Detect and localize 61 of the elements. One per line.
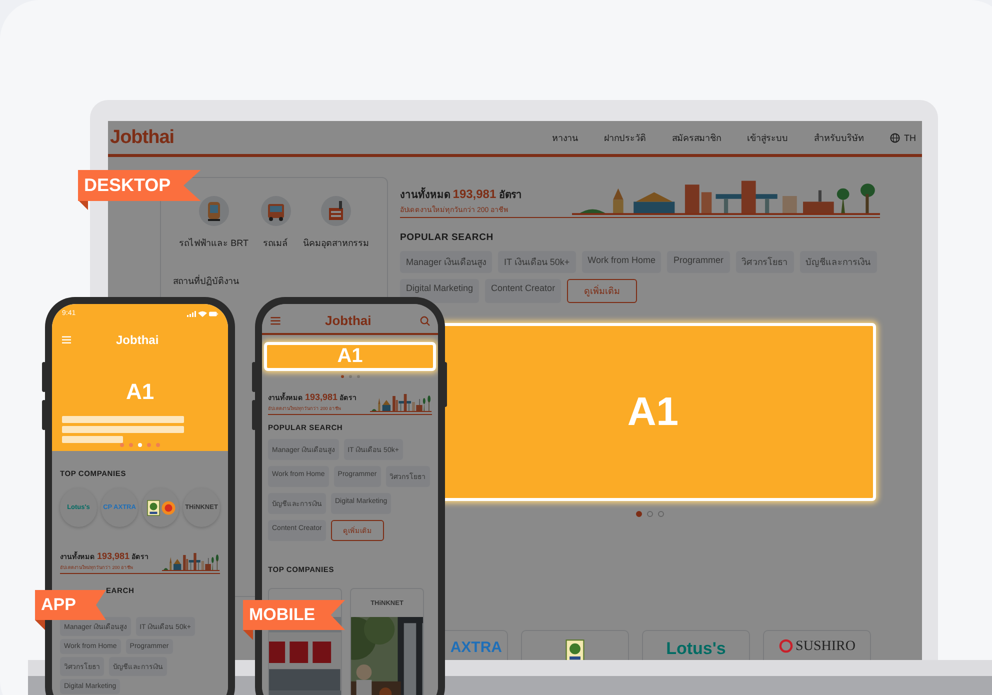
carousel-dot[interactable]	[129, 443, 133, 447]
ad-banner[interactable]: A1	[264, 342, 436, 371]
transport-option[interactable]: นิคมอุตสาหกรรม	[302, 236, 369, 250]
jobthai-logo[interactable]: Jobthai	[325, 313, 372, 328]
ring-icon	[778, 639, 793, 653]
search-tag[interactable]: IT เงินเดือน 50k+	[498, 251, 576, 273]
carousel-dot[interactable]	[138, 443, 142, 447]
emblem-logo-icon	[146, 498, 176, 516]
carousel-dot[interactable]	[340, 375, 344, 378]
company-logo-circle[interactable]	[142, 488, 179, 527]
carousel-dot[interactable]	[348, 375, 352, 378]
wifi-icon	[198, 310, 207, 316]
battery-icon	[209, 310, 218, 316]
search-tag[interactable]: Digital Marketing	[400, 279, 480, 303]
city-skyline-drawing	[162, 551, 220, 571]
search-icon[interactable]	[420, 316, 430, 326]
mobile-ribbon: MOBILE	[243, 600, 346, 630]
globe-icon	[890, 132, 900, 142]
menu-icon[interactable]	[270, 316, 281, 324]
jobthai-logo: Jobthai	[116, 333, 159, 347]
nav-link[interactable]: หางาน	[552, 130, 578, 144]
search-tag[interactable]: Content Creator	[485, 279, 562, 303]
nav-link[interactable]: สำหรับบริษัท	[814, 130, 864, 144]
search-tag[interactable]: Work from Home	[582, 251, 662, 273]
search-tag[interactable]: วิศวกรโยธา	[736, 251, 794, 273]
app-ribbon: APP	[35, 590, 106, 620]
text-placeholder-bar	[62, 436, 123, 443]
carousel-dot[interactable]	[636, 511, 642, 517]
search-tag[interactable]: Programmer	[667, 251, 730, 273]
carousel-dot[interactable]	[156, 443, 160, 447]
company-logo: SUSHIRO	[796, 639, 856, 655]
search-tag[interactable]: บัญชีและการเงิน	[800, 251, 876, 273]
carousel-dot[interactable]	[120, 443, 124, 447]
nav-link[interactable]: เข้าสู่ระบบ	[747, 130, 788, 144]
nav-link[interactable]: ฝากประวัติ	[604, 130, 646, 144]
workplace-label: สถานที่ปฏิบัติงาน	[173, 274, 240, 288]
jobs-total-heading: งานทั้งหมด 193,981 อัตรา	[400, 187, 522, 202]
train-icon	[198, 196, 229, 226]
factory-icon	[320, 196, 351, 226]
search-tag[interactable]: Manager เงินเดือนสูง	[400, 251, 492, 273]
transport-option[interactable]: รถไฟฟ้าและ BRT	[179, 236, 248, 250]
section-title: POPULAR SEARCH	[400, 232, 494, 243]
menu-icon[interactable]	[62, 336, 71, 344]
city-skyline-drawing	[370, 392, 432, 412]
signal-icon	[187, 310, 196, 316]
company-card[interactable]: SUSHIRO	[763, 630, 871, 660]
jobthai-logo[interactable]: Jobthai	[110, 126, 174, 148]
nav-link[interactable]: สมัครสมาชิก	[672, 130, 721, 144]
company-logo: Lotus's	[666, 639, 726, 660]
desktop-ribbon: DESKTOP	[78, 170, 201, 201]
transport-option[interactable]: รถเมล์	[263, 236, 288, 250]
carousel-dot[interactable]	[658, 511, 664, 517]
company-card[interactable]: Lotus's	[642, 630, 750, 660]
language-selector[interactable]: TH	[904, 132, 916, 142]
company-logo: AXTRA	[450, 639, 502, 658]
carousel-dot[interactable]	[647, 511, 653, 517]
ad-banner[interactable]: A1	[62, 379, 218, 405]
see-more-button[interactable]: ดูเพิ่มเติม	[567, 279, 638, 303]
bus-icon	[260, 196, 291, 226]
carousel-dot[interactable]	[147, 443, 151, 447]
carousel-dot[interactable]	[356, 375, 360, 378]
